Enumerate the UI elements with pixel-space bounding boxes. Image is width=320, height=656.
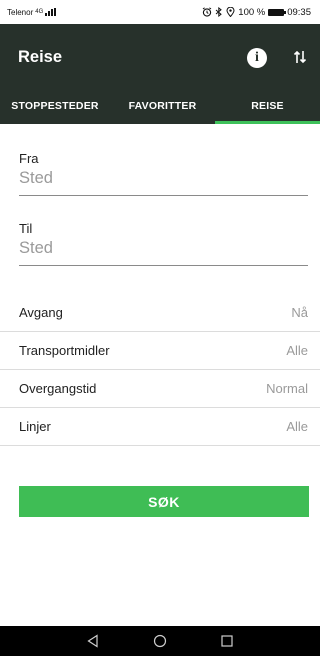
battery-icon	[268, 8, 287, 16]
search-button[interactable]: SØK	[19, 486, 309, 517]
option-label: Transportmidler	[19, 343, 110, 358]
option-label: Avgang	[19, 305, 63, 320]
tab-bar: STOPPESTEDER FAVORITTER REISE	[0, 88, 320, 124]
to-field-group: Til	[19, 221, 308, 266]
option-value: Alle	[286, 419, 308, 434]
recents-square-icon[interactable]	[218, 632, 236, 650]
clock: 09:35	[287, 6, 311, 18]
swap-arrows-icon[interactable]	[290, 46, 310, 68]
option-value: Nå	[291, 305, 308, 320]
location-icon	[226, 7, 235, 17]
signal-icon	[45, 8, 57, 16]
tab-favoritter[interactable]: FAVORITTER	[110, 88, 215, 124]
to-label: Til	[19, 221, 33, 236]
to-input[interactable]	[19, 236, 308, 266]
option-label: Linjer	[19, 419, 51, 434]
tab-stoppesteder[interactable]: STOPPESTEDER	[0, 88, 110, 124]
option-row-avgang[interactable]: Avgang Nå	[0, 294, 320, 332]
option-label: Overgangstid	[19, 381, 97, 396]
navigation-bar	[0, 626, 320, 656]
option-row-transportmidler[interactable]: Transportmidler Alle	[0, 332, 320, 370]
bluetooth-icon	[215, 7, 223, 17]
from-input[interactable]	[19, 166, 308, 196]
back-triangle-icon[interactable]	[84, 632, 102, 650]
battery-percent: 100 %	[238, 6, 266, 18]
status-left: Telenor 4G	[7, 7, 57, 17]
app-bar: Reise i STOPPESTEDER FAVORITTER REISE	[0, 24, 320, 124]
alarm-icon	[202, 7, 212, 17]
app-title: Reise	[18, 48, 63, 66]
carrier-name: Telenor	[7, 7, 34, 17]
option-row-overgangstid[interactable]: Overgangstid Normal	[0, 370, 320, 408]
from-label: Fra	[19, 151, 39, 166]
option-value: Normal	[266, 381, 308, 396]
status-right: 100 % 09:35	[202, 7, 311, 18]
home-circle-icon[interactable]	[151, 632, 169, 650]
network-type: 4G	[35, 9, 44, 15]
tab-reise[interactable]: REISE	[215, 88, 320, 124]
status-bar: Telenor 4G 100 % 09:35	[0, 0, 320, 24]
info-icon[interactable]: i	[247, 48, 267, 68]
option-row-linjer[interactable]: Linjer Alle	[0, 408, 320, 446]
option-value: Alle	[286, 343, 308, 358]
from-field-group: Fra	[19, 151, 308, 196]
